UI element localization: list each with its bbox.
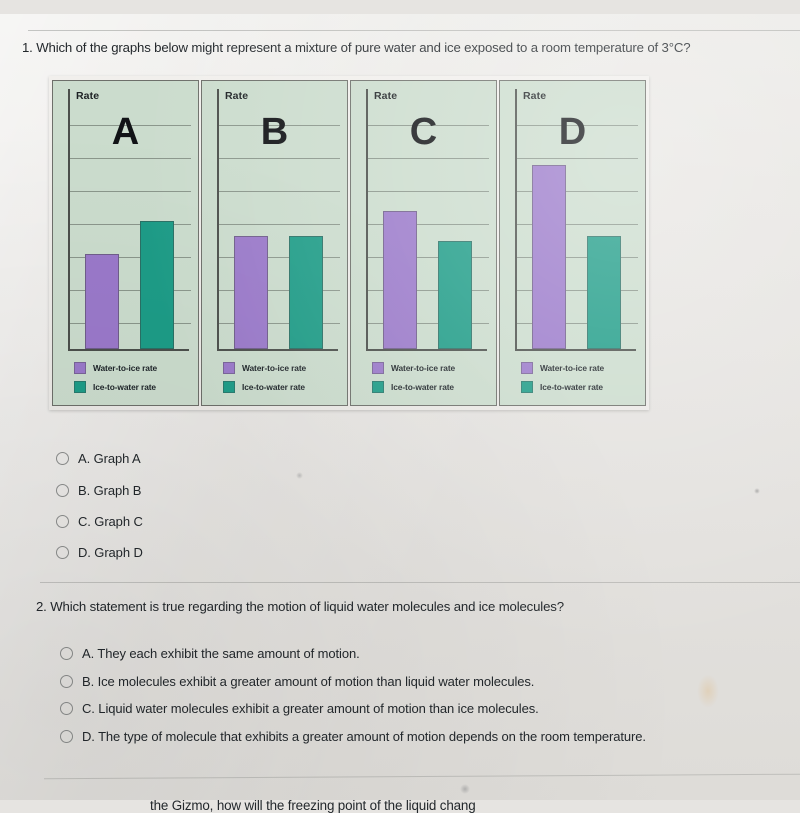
radio-button-icon[interactable] <box>60 730 73 743</box>
legend-swatch-water-to-ice-icon <box>372 362 384 374</box>
q1-option-d-label: D. Graph D <box>78 545 143 560</box>
bars-b <box>223 93 334 349</box>
legend-label-water-to-ice: Water-to-ice rate <box>540 363 605 373</box>
q2-option-a-label: A. They each exhibit the same amount of … <box>82 646 360 661</box>
legend-row-water-to-ice-d: Water-to-ice rate <box>521 362 638 374</box>
legend-label-ice-to-water: Ice-to-water rate <box>540 382 603 392</box>
horizontal-rule-top <box>28 30 800 31</box>
bar-water-to-ice-d <box>531 164 566 349</box>
radio-button-icon[interactable] <box>56 546 69 559</box>
q1-option-c[interactable]: C. Graph C <box>56 514 143 529</box>
legend-swatch-water-to-ice-icon <box>521 362 533 374</box>
radio-button-icon[interactable] <box>60 702 73 715</box>
legend-swatch-water-to-ice-icon <box>74 362 86 374</box>
paper-blotch <box>697 674 719 708</box>
plot-area-d: Rate D <box>507 87 638 355</box>
q2-option-c-label: C. Liquid water molecules exhibit a grea… <box>82 701 539 716</box>
bar-ice-to-water-d <box>587 236 622 349</box>
paper-speck <box>296 472 303 479</box>
legend-row-water-to-ice-b: Water-to-ice rate <box>223 362 340 374</box>
plot-area-b: Rate B <box>209 87 340 355</box>
horizontal-rule-middle <box>40 582 800 583</box>
worksheet-page: 1. Which of the graphs below might repre… <box>0 14 800 813</box>
q2-option-d-label: D. The type of molecule that exhibits a … <box>82 729 646 744</box>
q1-option-b-label: B. Graph B <box>78 483 142 498</box>
bars-c <box>372 93 483 349</box>
bar-ice-to-water-a <box>140 221 175 349</box>
legend-d: Water-to-ice rate Ice-to-water rate <box>507 362 638 393</box>
radio-button-icon[interactable] <box>56 515 69 528</box>
graph-panel-b: Rate B Water-to-ice rate Ice-to-water ra… <box>201 80 348 406</box>
graph-panel-d: Rate D Water-to-ice rate Ice-to-water ra… <box>499 80 646 406</box>
legend-label-ice-to-water: Ice-to-water rate <box>391 382 454 392</box>
legend-label-water-to-ice: Water-to-ice rate <box>93 363 158 373</box>
bars-a <box>74 93 185 349</box>
legend-swatch-ice-to-water-icon <box>372 381 384 393</box>
radio-button-icon[interactable] <box>60 647 73 660</box>
bar-ice-to-water-b <box>289 236 324 349</box>
q1-option-d[interactable]: D. Graph D <box>56 545 143 560</box>
legend-swatch-ice-to-water-icon <box>521 381 533 393</box>
q2-option-d[interactable]: D. The type of molecule that exhibits a … <box>60 729 646 744</box>
legend-c: Water-to-ice rate Ice-to-water rate <box>358 362 489 393</box>
bar-water-to-ice-b <box>233 236 268 349</box>
q2-option-a[interactable]: A. They each exhibit the same amount of … <box>60 646 360 661</box>
horizontal-rule-bottom <box>44 773 800 780</box>
q1-option-a-label: A. Graph A <box>78 451 141 466</box>
q1-option-c-label: C. Graph C <box>78 514 143 529</box>
paper-speck <box>754 488 760 494</box>
legend-label-water-to-ice: Water-to-ice rate <box>242 363 307 373</box>
legend-label-water-to-ice: Water-to-ice rate <box>391 363 456 373</box>
legend-swatch-ice-to-water-icon <box>223 381 235 393</box>
legend-row-ice-to-water-d: Ice-to-water rate <box>521 381 638 393</box>
legend-row-ice-to-water-a: Ice-to-water rate <box>74 381 191 393</box>
legend-row-water-to-ice-c: Water-to-ice rate <box>372 362 489 374</box>
graph-panel-a: Rate A Water-to-ice rate Ice-to-water ra… <box>52 80 199 406</box>
legend-label-ice-to-water: Ice-to-water rate <box>242 382 305 392</box>
legend-label-ice-to-water: Ice-to-water rate <box>93 382 156 392</box>
graph-figure: Rate A Water-to-ice rate Ice-to-water ra… <box>49 76 649 410</box>
radio-button-icon[interactable] <box>56 452 69 465</box>
bar-water-to-ice-c <box>382 210 417 349</box>
question-3-text-partial: the Gizmo, how will the freezing point o… <box>150 798 476 813</box>
legend-row-ice-to-water-c: Ice-to-water rate <box>372 381 489 393</box>
question-2-text: 2. Which statement is true regarding the… <box>36 599 564 614</box>
legend-b: Water-to-ice rate Ice-to-water rate <box>209 362 340 393</box>
paper-speck <box>460 784 470 794</box>
plot-area-c: Rate C <box>358 87 489 355</box>
bar-water-to-ice-a <box>84 254 119 349</box>
legend-swatch-water-to-ice-icon <box>223 362 235 374</box>
radio-button-icon[interactable] <box>60 675 73 688</box>
legend-row-water-to-ice-a: Water-to-ice rate <box>74 362 191 374</box>
q1-option-a[interactable]: A. Graph A <box>56 451 141 466</box>
q2-option-c[interactable]: C. Liquid water molecules exhibit a grea… <box>60 701 539 716</box>
legend-swatch-ice-to-water-icon <box>74 381 86 393</box>
legend-row-ice-to-water-b: Ice-to-water rate <box>223 381 340 393</box>
legend-a: Water-to-ice rate Ice-to-water rate <box>60 362 191 393</box>
q2-option-b-label: B. Ice molecules exhibit a greater amoun… <box>82 674 535 689</box>
bars-d <box>521 93 632 349</box>
question-1-text: 1. Which of the graphs below might repre… <box>22 40 691 55</box>
bar-ice-to-water-c <box>438 241 473 349</box>
q1-option-b[interactable]: B. Graph B <box>56 483 141 498</box>
q2-option-b[interactable]: B. Ice molecules exhibit a greater amoun… <box>60 674 534 689</box>
graph-panel-c: Rate C Water-to-ice rate Ice-to-water ra… <box>350 80 497 406</box>
plot-area-a: Rate A <box>60 87 191 355</box>
radio-button-icon[interactable] <box>56 484 69 497</box>
